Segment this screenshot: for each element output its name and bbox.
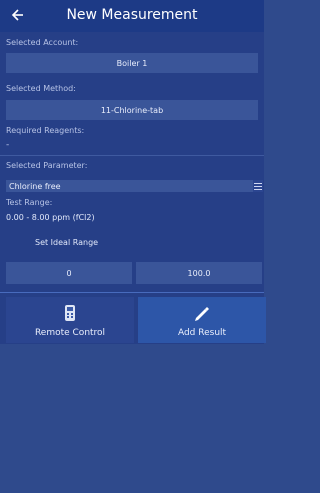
ideal-range-max-input[interactable]: 100.0 <box>136 262 262 284</box>
set-ideal-range-button[interactable]: Set Ideal Range <box>35 238 98 247</box>
empty-area <box>0 344 264 493</box>
account-label: Selected Account: <box>6 38 79 47</box>
parameter-list-svg <box>254 183 262 190</box>
remote-control-label: Remote Control <box>34 328 106 338</box>
reagents-value: - <box>6 140 10 150</box>
pencil-icon <box>138 304 266 322</box>
divider <box>0 155 264 156</box>
add-result-button[interactable]: Add Result <box>138 297 266 343</box>
account-field[interactable]: Boiler 1 <box>6 53 258 73</box>
app-header: New Measurement <box>0 0 264 32</box>
remote-control-button[interactable]: Remote Control <box>6 297 134 343</box>
test-range-value: 0.00 - 8.00 ppm (fCl2) <box>6 213 95 222</box>
ideal-range-min-input[interactable]: 0 <box>6 262 132 284</box>
parameter-list-icon[interactable] <box>253 180 263 192</box>
pencil-svg <box>195 307 209 321</box>
add-result-label: Add Result <box>177 328 227 338</box>
method-field[interactable]: 11-Chlorine-tab <box>6 100 258 120</box>
parameter-field[interactable]: Chlorine free <box>6 180 258 192</box>
parameter-label: Selected Parameter: <box>6 161 88 170</box>
method-label: Selected Method: <box>6 84 76 93</box>
test-range-label: Test Range: <box>6 198 53 207</box>
handset-icon <box>6 304 134 322</box>
reagents-label: Required Reagents: <box>6 126 85 135</box>
divider <box>0 292 264 293</box>
page-title: New Measurement <box>66 7 198 23</box>
handset-svg <box>65 305 75 321</box>
